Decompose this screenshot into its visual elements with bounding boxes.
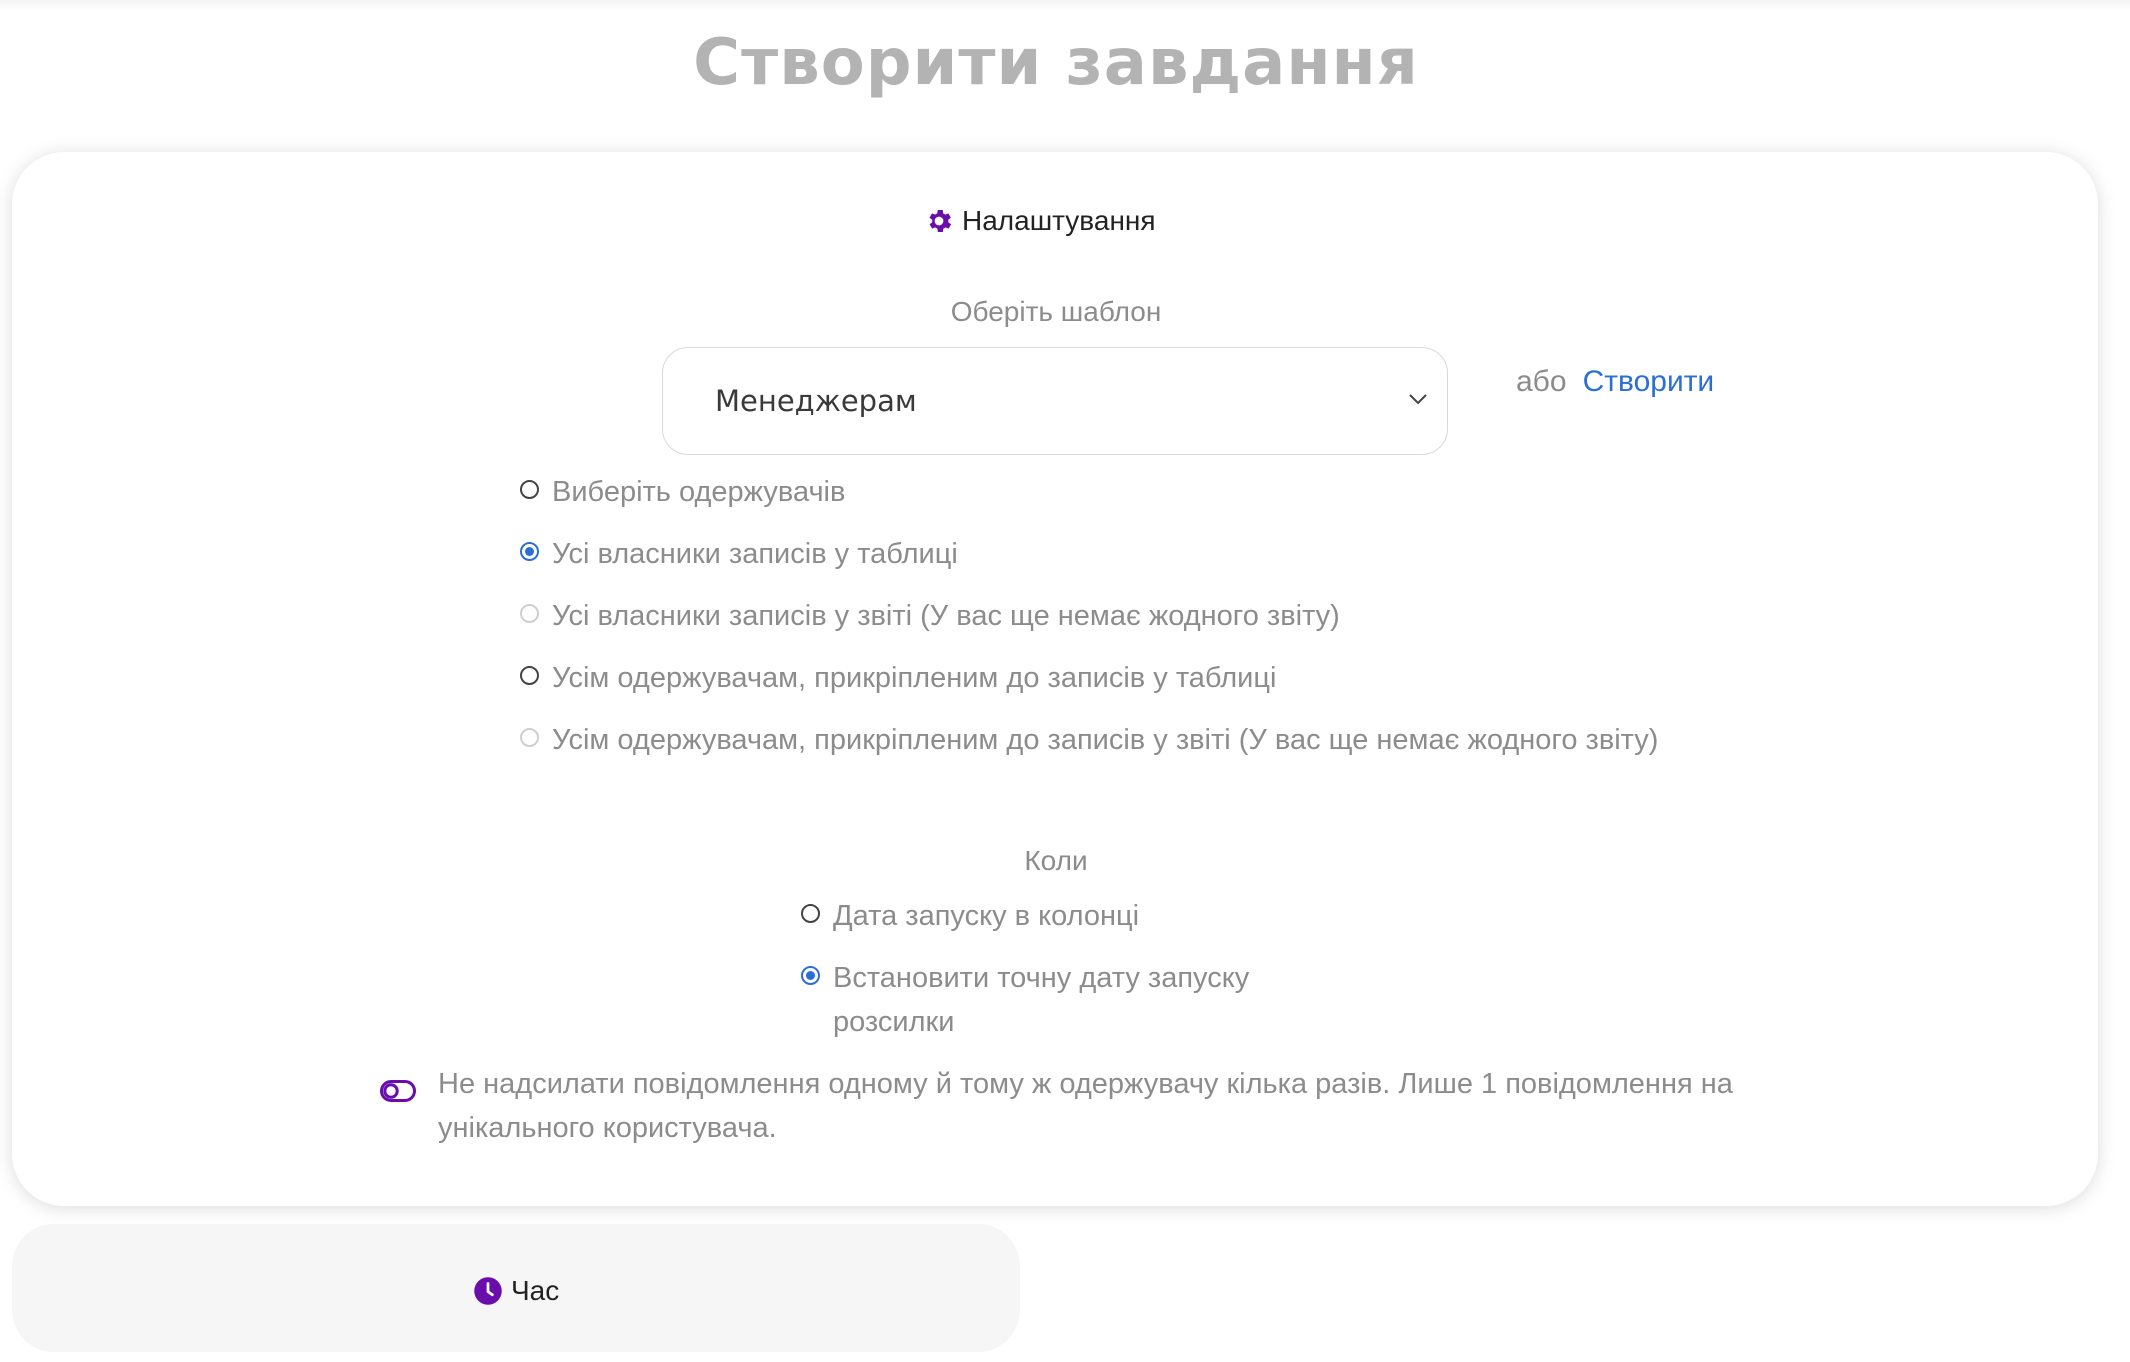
when-option-label: Дата запуску в колонці <box>833 900 1140 932</box>
settings-section-header: Налаштування <box>924 205 1156 237</box>
recipient-option-label: Усім одержувачам, прикріпленим до записі… <box>552 662 1277 694</box>
dedupe-toggle-row[interactable]: Не надсилати повідомлення одному й тому … <box>380 1062 1858 1150</box>
radio-button-checked[interactable] <box>801 966 820 985</box>
create-template-link[interactable]: Створити <box>1583 365 1715 399</box>
time-section-header: Час <box>473 1275 559 1307</box>
page-title: Створити завдання <box>693 26 1419 100</box>
radio-button-disabled <box>520 604 539 623</box>
radio-button-disabled <box>520 728 539 747</box>
recipient-option-report-owners: Усі власники записів у звіті (У вас ще н… <box>520 594 1340 638</box>
chevron-down-icon <box>1407 392 1429 411</box>
when-option-column-date[interactable]: Дата запуску в колонці <box>801 894 1139 938</box>
when-option-exact-date[interactable]: Встановити точну дату запуску розсилки <box>801 956 1313 1044</box>
radio-button-checked[interactable] <box>520 542 539 561</box>
or-create-group: або Створити <box>1516 365 1714 399</box>
recipient-option-label: Усі власники записів у звіті (У вас ще н… <box>552 600 1340 632</box>
radio-button[interactable] <box>520 666 539 685</box>
recipient-option-table-attached[interactable]: Усім одержувачам, прикріпленим до записі… <box>520 656 1276 700</box>
create-task-page: Створити завдання Налаштування Оберіть ш… <box>0 0 2130 1362</box>
recipient-option-report-attached: Усім одержувачам, прикріпленим до записі… <box>520 718 1658 762</box>
radio-button[interactable] <box>801 904 820 923</box>
top-edge <box>0 0 2130 10</box>
clock-icon <box>473 1276 503 1306</box>
or-text: або <box>1516 365 1567 398</box>
toggle-switch-icon[interactable] <box>380 1071 416 1115</box>
radio-button[interactable] <box>520 480 539 499</box>
recipient-option-label: Усім одержувачам, прикріпленим до записі… <box>552 724 1659 756</box>
time-title: Час <box>511 1275 560 1306</box>
when-label: Коли <box>1024 845 1088 876</box>
recipient-option-select[interactable]: Виберіть одержувачів <box>520 470 845 514</box>
recipient-option-table-owners[interactable]: Усі власники записів у таблиці <box>520 532 958 576</box>
dedupe-toggle-label: Не надсилати повідомлення одному й тому … <box>438 1068 1733 1144</box>
gear-icon <box>924 206 954 236</box>
when-option-label: Встановити точну дату запуску розсилки <box>833 962 1250 1038</box>
settings-title: Налаштування <box>962 205 1156 236</box>
recipient-option-label: Усі власники записів у таблиці <box>552 538 958 570</box>
recipient-option-label: Виберіть одержувачів <box>552 476 846 508</box>
template-label: Оберіть шаблон <box>950 296 1162 327</box>
template-select-value: Менеджерам <box>715 384 917 418</box>
template-select[interactable]: Менеджерам <box>662 347 1448 455</box>
